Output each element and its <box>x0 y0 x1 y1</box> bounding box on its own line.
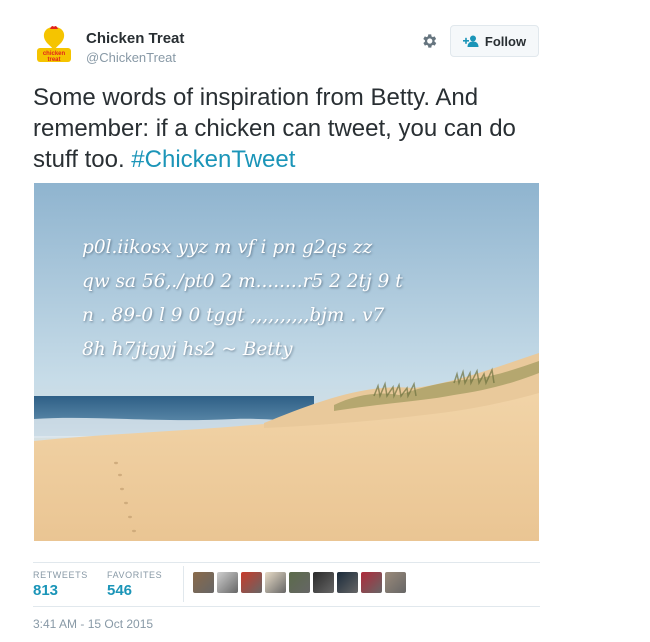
favorites-label: FAVORITES <box>107 570 163 580</box>
user-avatar-6[interactable] <box>313 572 334 593</box>
tweet-text: Some words of inspiration from Betty. An… <box>33 82 553 175</box>
user-avatar-7[interactable] <box>337 572 358 593</box>
author-name[interactable]: Chicken Treat <box>86 30 184 47</box>
hashtag-link[interactable]: #ChickenTweet <box>131 146 295 173</box>
user-avatar-3[interactable] <box>241 572 262 593</box>
chicken-treat-logo-icon[interactable]: chicken treat <box>33 24 75 66</box>
favoriter-avatars <box>193 572 406 593</box>
stats-separator <box>183 566 184 602</box>
add-user-icon <box>462 35 479 47</box>
user-avatar-4[interactable] <box>265 572 286 593</box>
timestamp[interactable]: 3:41 AM - 15 Oct 2015 <box>33 617 153 631</box>
tweet-photo[interactable]: p0l.iikosx yyz m vf i pn g2qs zz qw sa 5… <box>34 183 539 541</box>
follow-button[interactable]: Follow <box>450 25 539 57</box>
user-avatar-1[interactable] <box>193 572 214 593</box>
gear-icon[interactable] <box>420 32 438 50</box>
favorites-count[interactable]: 546 <box>107 582 132 599</box>
user-avatar-5[interactable] <box>289 572 310 593</box>
user-avatar-9[interactable] <box>385 572 406 593</box>
image-quote-text: p0l.iikosx yyz m vf i pn g2qs zz qw sa 5… <box>82 237 403 360</box>
author-handle[interactable]: @ChickenTreat <box>86 50 176 65</box>
retweets-count[interactable]: 813 <box>33 582 58 599</box>
svg-text:treat: treat <box>47 57 60 63</box>
divider <box>33 606 540 607</box>
tweet-card: chicken treat Chicken Treat @ChickenTrea… <box>0 0 650 642</box>
user-avatar-2[interactable] <box>217 572 238 593</box>
user-avatar-8[interactable] <box>361 572 382 593</box>
follow-label: Follow <box>484 33 527 49</box>
retweets-label: RETWEETS <box>33 570 88 580</box>
divider <box>33 562 540 563</box>
